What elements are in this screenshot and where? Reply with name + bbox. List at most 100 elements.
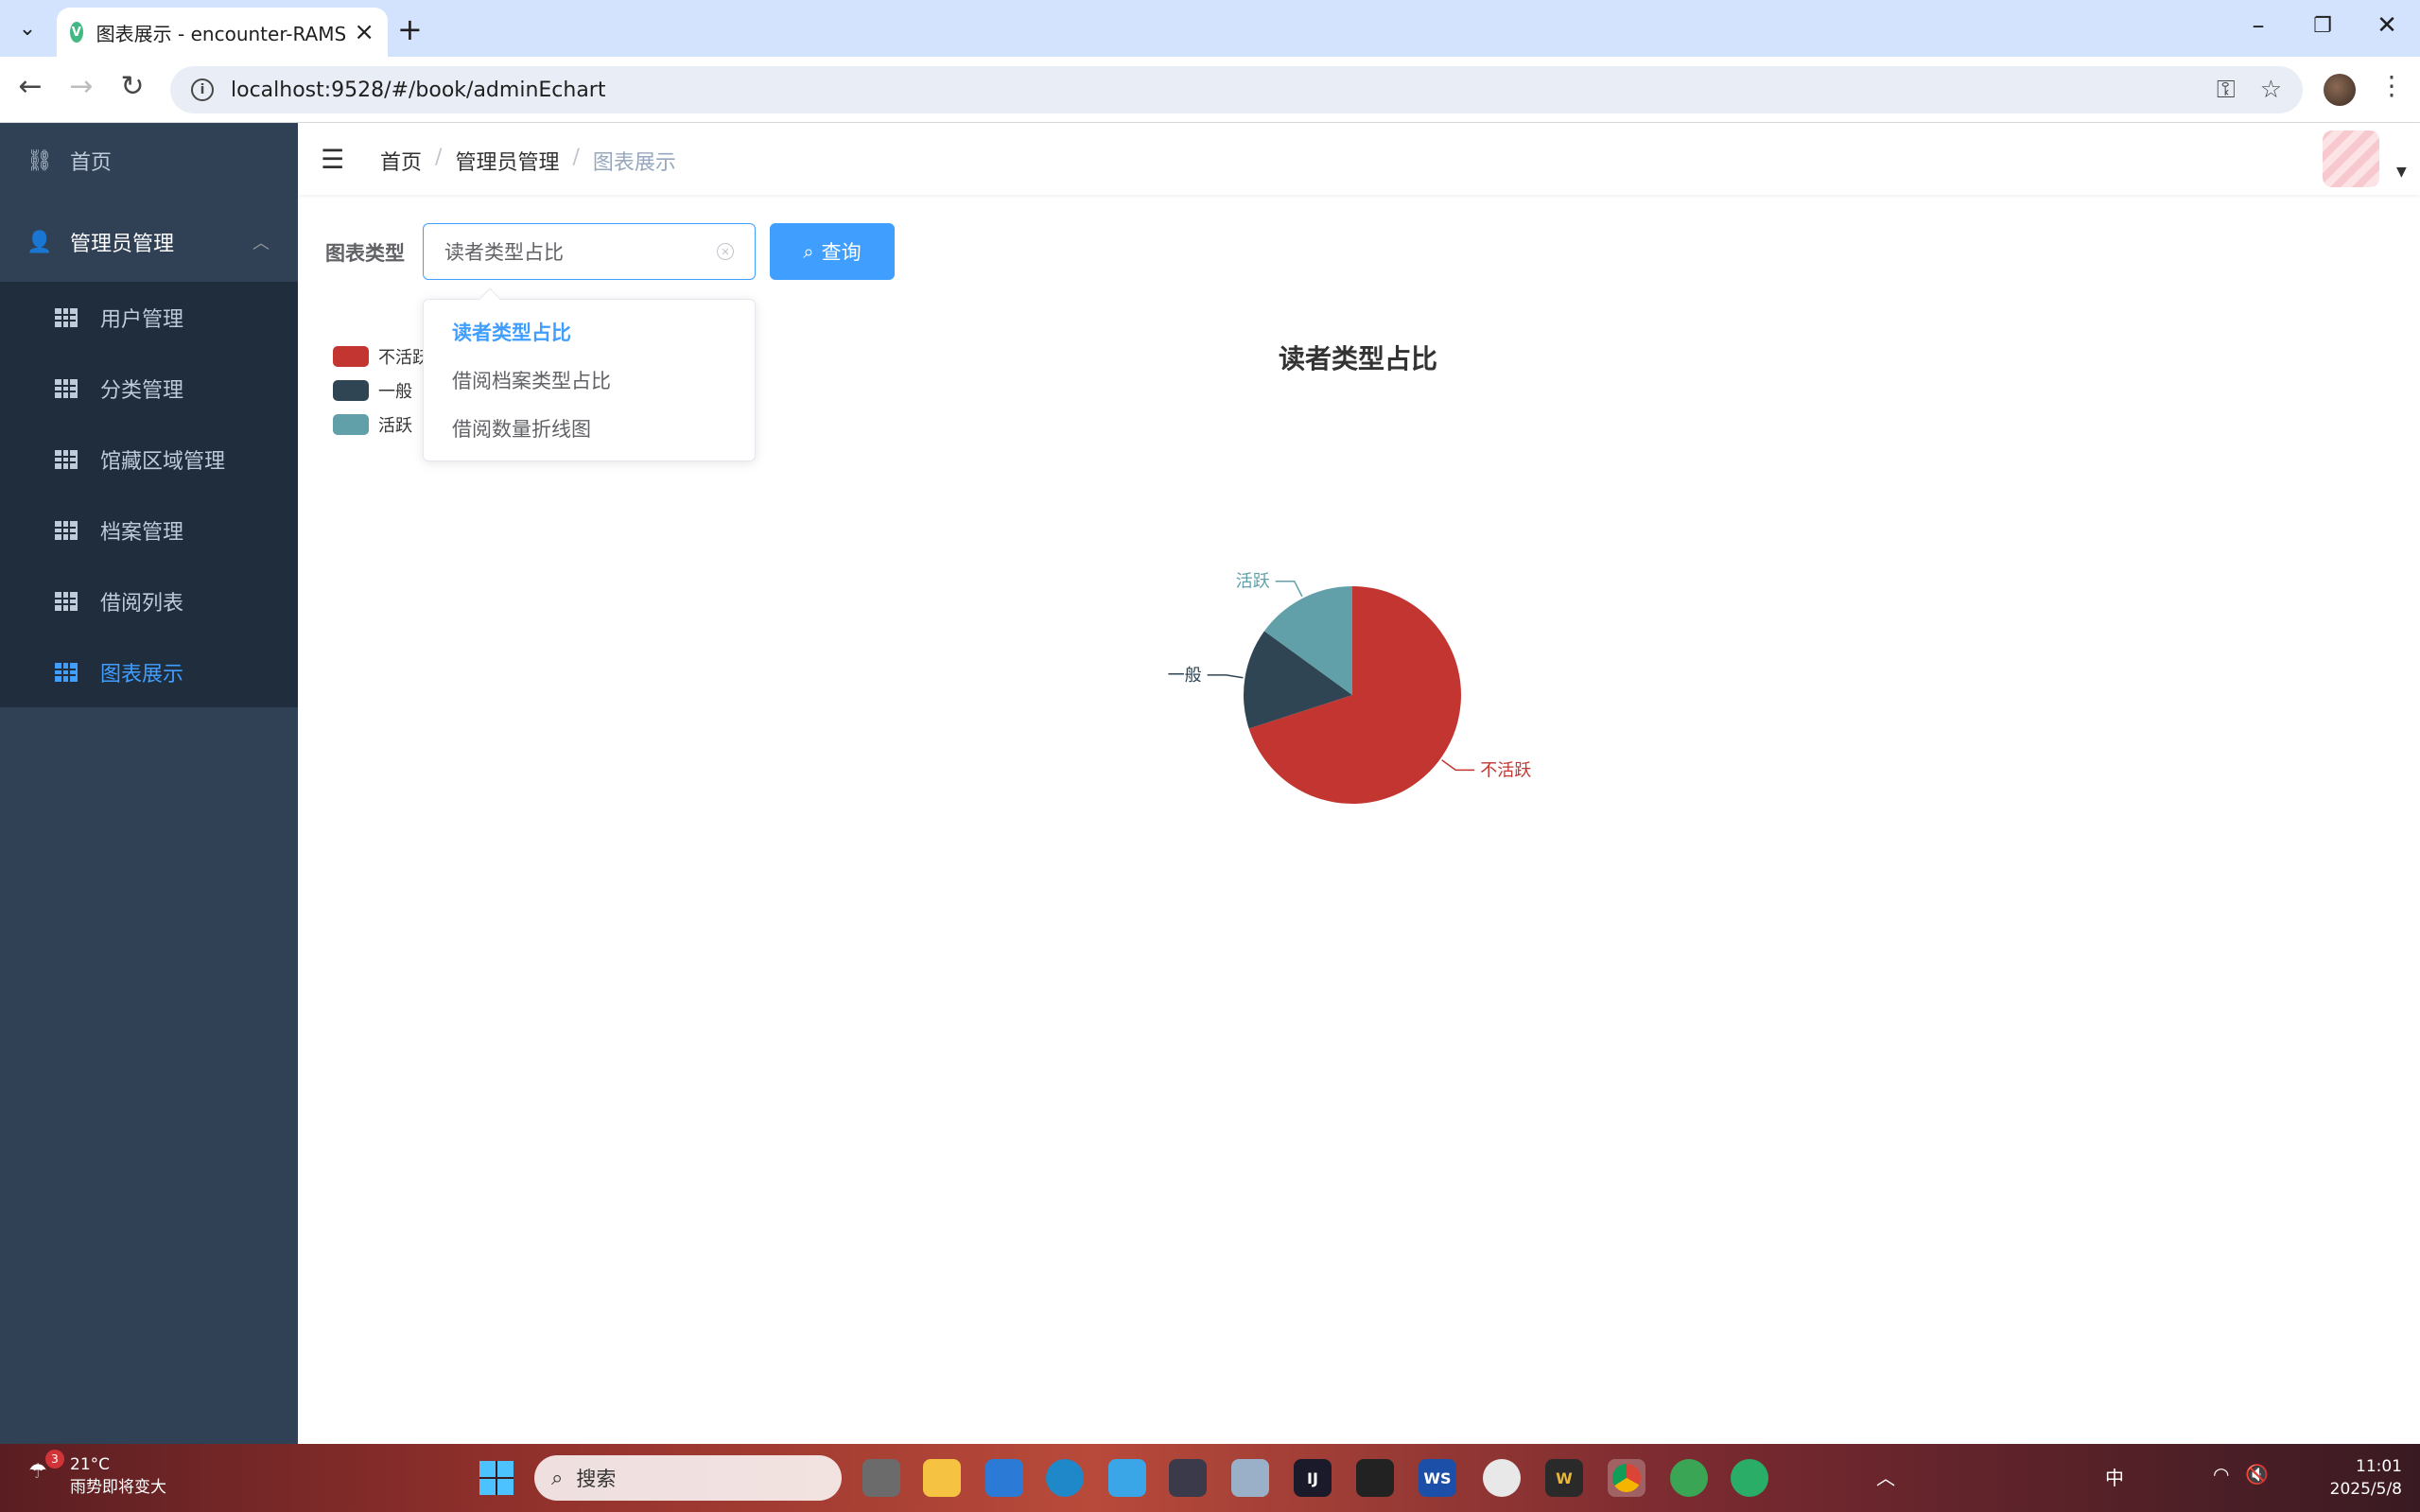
sidebar-item-home[interactable]: ⛓ 首页: [0, 123, 298, 199]
edge-icon[interactable]: [1046, 1459, 1084, 1497]
chart-type-select[interactable]: 读者类型占比 ✕: [423, 223, 756, 280]
legend-swatch: [333, 380, 369, 401]
caret-down-icon[interactable]: ▼: [2396, 165, 2407, 180]
search-icon: ⌕: [551, 1466, 564, 1490]
table-icon: [55, 449, 78, 469]
tray-chevron-icon[interactable]: ︿: [1876, 1463, 1895, 1490]
reload-icon[interactable]: ↻: [113, 70, 151, 103]
url-text[interactable]: localhost:9528/#/book/adminEchart: [231, 78, 2192, 102]
breadcrumb-item[interactable]: 首页: [380, 146, 422, 176]
ime-indicator[interactable]: 中: [2105, 1463, 2124, 1490]
wifi-icon[interactable]: ◠: [2213, 1463, 2229, 1486]
sidebar-item-borrow-list[interactable]: 借阅列表: [0, 565, 298, 636]
new-tab-plus-icon[interactable]: +: [397, 11, 423, 47]
sidebar-item-label: 馆藏区域管理: [100, 449, 226, 474]
profile-avatar[interactable]: [2324, 74, 2356, 106]
sidebar-item-charts[interactable]: 图表展示: [0, 636, 298, 707]
sidebar-item-categories[interactable]: 分类管理: [0, 353, 298, 424]
legend-label: 活跃: [378, 416, 412, 436]
dropdown-option[interactable]: 借阅档案类型占比: [424, 356, 755, 404]
breadcrumb-current: 图表展示: [592, 151, 676, 175]
legend-swatch: [333, 346, 369, 367]
ms-store-icon[interactable]: [985, 1459, 1023, 1497]
windows-taskbar: ☂ 3 21°C 雨势即将变大 ⌕ 搜索 IJ WS W ︿ 中 ◠ 🔇 11:…: [0, 1444, 2420, 1512]
search-icon: ⌕: [803, 240, 814, 263]
browser-tab-active[interactable]: V 图表展示 - encounter-RAMS ×: [57, 8, 388, 57]
admin-submenu: 用户管理 分类管理 馆藏区域管理 档案管理 借阅列表 图表展示: [0, 282, 298, 707]
volume-muted-icon[interactable]: 🔇: [2245, 1463, 2269, 1486]
chart-title: 读者类型占比: [1278, 343, 1437, 374]
sidebar-item-label: 档案管理: [100, 520, 184, 545]
chrome-logo: [1612, 1464, 1641, 1492]
hamburger-toggle-icon[interactable]: ☰: [321, 144, 344, 175]
app-icon[interactable]: [1483, 1459, 1521, 1497]
app-icon[interactable]: [1670, 1459, 1708, 1497]
wps-icon[interactable]: W: [1545, 1459, 1583, 1497]
query-button[interactable]: ⌕ 查询: [770, 223, 895, 280]
address-bar-row: ← → ↻ i localhost:9528/#/book/adminEchar…: [0, 57, 2420, 123]
legend-item[interactable]: 活跃: [333, 412, 412, 437]
chrome-icon[interactable]: [1608, 1459, 1645, 1497]
umbrella-icon: ☂: [28, 1460, 47, 1484]
weather-widget[interactable]: ☂ 3 21°C 雨势即将变大: [28, 1450, 166, 1499]
user-avatar[interactable]: [2323, 130, 2379, 187]
taskbar-search[interactable]: ⌕ 搜索: [534, 1455, 842, 1501]
taskbar-clock[interactable]: 11:01 2025/5/8: [2307, 1455, 2402, 1501]
sidebar-item-label: 图表展示: [100, 662, 184, 686]
dropdown-option[interactable]: 读者类型占比: [424, 307, 755, 356]
pie-slice-label: 一般: [1168, 666, 1202, 686]
table-icon: [55, 307, 78, 327]
back-arrow-icon[interactable]: ←: [11, 70, 49, 103]
file-explorer-icon[interactable]: [923, 1459, 961, 1497]
legend-label: 一般: [378, 382, 412, 402]
dropdown-option[interactable]: 借阅数量折线图: [424, 404, 755, 452]
pie-label-line: [1441, 759, 1475, 772]
omnibox[interactable]: i localhost:9528/#/book/adminEchart ⚿ ☆: [170, 66, 2303, 113]
wechat-icon[interactable]: [1731, 1459, 1768, 1497]
window-close-icon[interactable]: ✕: [2368, 11, 2406, 40]
minimize-icon[interactable]: –: [2239, 11, 2277, 40]
password-key-icon[interactable]: ⚿: [2217, 76, 2236, 105]
windows-start-icon[interactable]: [479, 1461, 514, 1495]
intellij-icon[interactable]: IJ: [1294, 1459, 1332, 1497]
table-icon: [55, 520, 78, 540]
clear-circle-icon[interactable]: ✕: [717, 243, 734, 260]
user-icon: 👤: [26, 230, 53, 254]
legend-item[interactable]: 一般: [333, 378, 412, 403]
sidebar-item-label: 借阅列表: [100, 591, 184, 616]
app-icon[interactable]: [1108, 1459, 1146, 1497]
sidebar-item-label: 首页: [70, 151, 113, 175]
legend-item[interactable]: 不活跃: [333, 344, 429, 369]
pie-slice-label: 不活跃: [1480, 760, 1531, 780]
sidebar-item-users[interactable]: 用户管理: [0, 282, 298, 353]
forward-arrow-icon[interactable]: →: [62, 70, 100, 103]
weather-temp: 21°C: [70, 1455, 111, 1474]
webstorm-icon[interactable]: WS: [1419, 1459, 1456, 1497]
legend-label: 不活跃: [378, 348, 429, 368]
table-icon: [55, 378, 78, 398]
breadcrumb-item[interactable]: 管理员管理: [455, 146, 559, 176]
notification-badge: 3: [45, 1450, 64, 1469]
sidebar-item-areas[interactable]: 馆藏区域管理: [0, 424, 298, 495]
sidebar-item-archives[interactable]: 档案管理: [0, 495, 298, 565]
browser-menu-icon[interactable]: ⋮: [2378, 70, 2405, 101]
sidebar-group-admin[interactable]: 👤 管理员管理 ︿: [0, 204, 298, 280]
chart-type-label: 图表类型: [325, 242, 405, 265]
tab-title: 图表展示 - encounter-RAMS: [96, 22, 347, 45]
weather-desc: 雨势即将变大: [70, 1478, 166, 1497]
chevron-up-icon: ︿: [252, 234, 270, 253]
site-info-icon[interactable]: i: [191, 78, 214, 101]
app-icon[interactable]: [1356, 1459, 1394, 1497]
task-view-icon[interactable]: [862, 1459, 900, 1497]
vue-favicon-icon: V: [70, 22, 83, 43]
tab-close-icon[interactable]: ×: [354, 18, 374, 46]
query-button-label: 查询: [821, 241, 862, 264]
pie-slice-label: 活跃: [1236, 572, 1270, 592]
tab-search-chevron-icon[interactable]: ⌄: [8, 9, 47, 47]
bookmark-star-icon[interactable]: ☆: [2260, 76, 2282, 104]
breadcrumb: 首页 / 管理员管理 / 图表展示: [380, 146, 676, 176]
breadcrumb-separator: /: [435, 146, 443, 169]
app-icon[interactable]: [1169, 1459, 1207, 1497]
app-icon[interactable]: [1231, 1459, 1269, 1497]
restore-icon[interactable]: ❐: [2304, 14, 2342, 38]
